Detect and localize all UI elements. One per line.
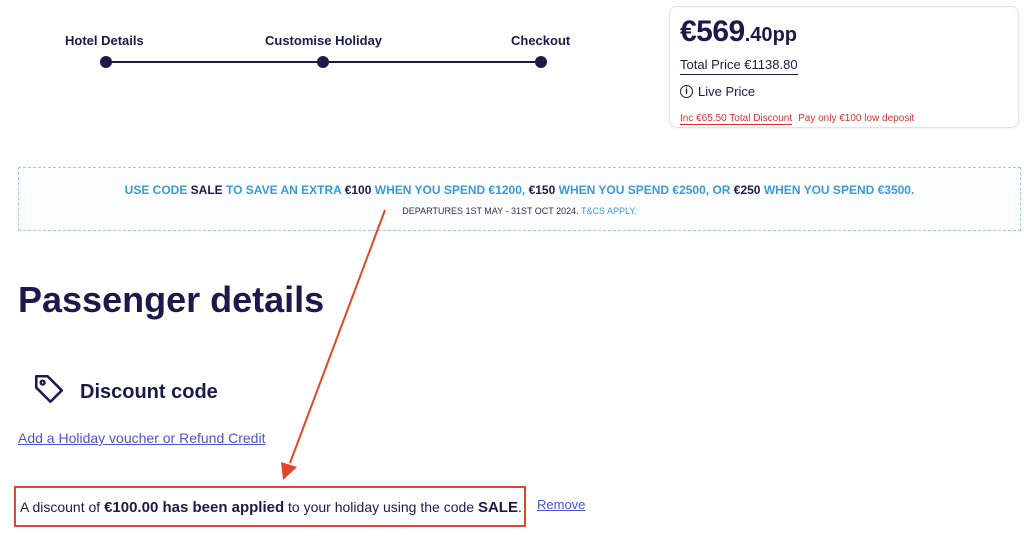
promo-segment: WHEN YOU SPEND €1200, (371, 183, 529, 197)
promo-segment: €100 (344, 183, 372, 197)
live-price[interactable]: i Live Price (680, 84, 755, 99)
price-main-amount: €569 (680, 15, 745, 48)
step-hotel-details-label: Hotel Details (65, 33, 144, 48)
page-title: Passenger details (18, 279, 325, 320)
promo-segment: USE CODE (124, 183, 191, 197)
applied-code: SALE (477, 499, 518, 516)
step-checkout-dot (535, 56, 547, 68)
applied-suffix: . (517, 499, 522, 515)
promo-segment: WHEN YOU SPEND €2500, OR (555, 183, 734, 197)
live-price-label: Live Price (698, 84, 756, 99)
step-customise-holiday-label: Customise Holiday (265, 33, 383, 48)
info-icon: i (680, 85, 693, 98)
step-hotel-details-dot (100, 56, 112, 68)
low-deposit-text: Pay only €100 low deposit (798, 113, 915, 124)
discount-applied-highlight: A discount of €100.00 has been applied t… (14, 486, 526, 527)
promo-headline: USE CODE SALE TO SAVE AN EXTRA €100 WHEN… (19, 183, 1020, 197)
promo-departures: DEPARTURES 1ST MAY - 31ST OCT 2024. (402, 206, 582, 216)
discount-code-heading: Discount code (80, 381, 218, 403)
tag-icon (34, 374, 64, 404)
applied-amount: €100.00 has been applied (104, 499, 285, 516)
price-unit: pp (772, 24, 797, 46)
promo-segment: €250 (733, 183, 761, 197)
promo-segment: TO SAVE AN EXTRA (222, 183, 345, 197)
price-decimals: .40 (744, 24, 773, 46)
promo-terms-link[interactable]: T&CS APPLY. (581, 206, 637, 216)
step-checkout-label: Checkout (511, 33, 571, 48)
price-per-person: €569.40pp (680, 15, 797, 49)
promo-segment: WHEN YOU SPEND €3500. (760, 183, 915, 197)
price-notes: Inc €65.50 Total Discount Pay only €100 l… (680, 113, 915, 125)
total-discount-link[interactable]: Inc €65.50 Total Discount (680, 113, 793, 125)
applied-middle: to your holiday using the code (284, 499, 478, 515)
promo-segment: €150 (528, 183, 556, 197)
add-voucher-link[interactable]: Add a Holiday voucher or Refund Credit (18, 430, 265, 446)
promo-segment: SALE (190, 183, 223, 197)
applied-prefix: A discount of (20, 499, 105, 515)
arrow-head (281, 462, 297, 480)
price-summary-card: €569.40pp Total Price €1138.80 i Live Pr… (669, 6, 1019, 128)
remove-discount-link[interactable]: Remove (537, 497, 585, 512)
promo-banner: USE CODE SALE TO SAVE AN EXTRA €100 WHEN… (18, 167, 1021, 231)
discount-applied-message: A discount of €100.00 has been applied t… (20, 499, 522, 516)
progress-stepper: Hotel Details Customise Holiday Checkout (0, 0, 640, 80)
total-price-link[interactable]: Total Price €1138.80 (680, 57, 798, 75)
step-customise-holiday-dot (317, 56, 329, 68)
promo-subline: DEPARTURES 1ST MAY - 31ST OCT 2024. T&CS… (19, 206, 1020, 216)
